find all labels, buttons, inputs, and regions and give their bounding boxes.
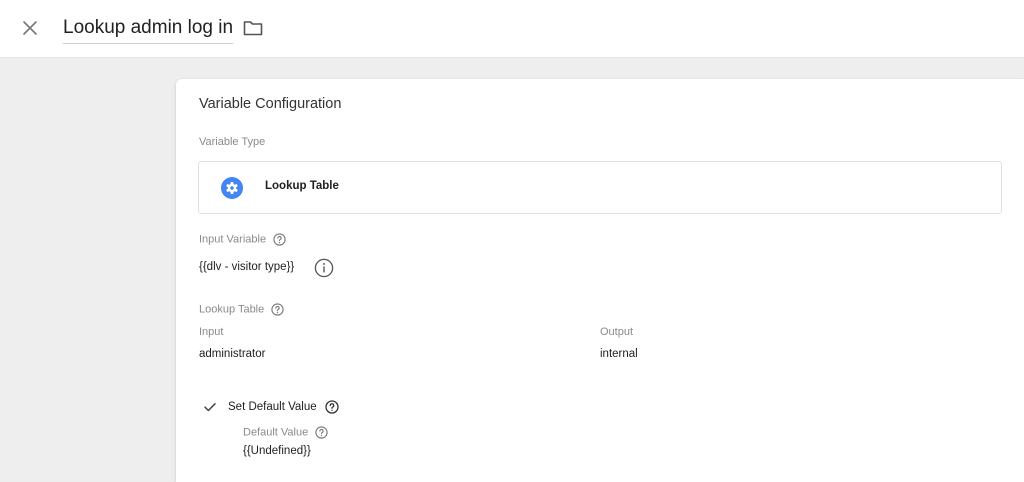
help-icon[interactable] (273, 233, 286, 246)
help-icon[interactable] (315, 426, 328, 439)
set-default-value-label[interactable]: Set Default Value (228, 401, 317, 413)
input-variable-value[interactable]: {{dlv - visitor type}} (199, 261, 294, 273)
default-value-label-row: Default Value (243, 426, 328, 439)
variable-type-value: Lookup Table (265, 180, 339, 192)
lookup-table-label-row: Lookup Table (199, 303, 284, 316)
variable-type-selector[interactable]: Lookup Table (198, 161, 1002, 214)
input-column-header: Input (199, 326, 224, 338)
lookup-table-label: Lookup Table (199, 303, 265, 316)
help-icon[interactable] (271, 303, 284, 316)
info-icon[interactable] (314, 258, 334, 278)
checkmark-icon[interactable] (203, 400, 217, 414)
default-value[interactable]: {{Undefined}} (243, 445, 311, 457)
folder-icon[interactable] (242, 17, 264, 39)
set-default-value-row[interactable]: Set Default Value (228, 400, 339, 414)
variable-name-text[interactable]: Lookup admin log in (63, 14, 233, 42)
table-cell-output[interactable]: internal (600, 348, 638, 360)
card-title: Variable Configuration (199, 96, 342, 112)
close-icon[interactable] (18, 16, 42, 40)
variable-name-field[interactable]: Lookup admin log in (63, 14, 233, 44)
table-cell-input[interactable]: administrator (199, 348, 265, 360)
input-variable-label-row: Input Variable (199, 233, 286, 246)
output-column-header: Output (600, 326, 634, 338)
top-bar: Lookup admin log in (0, 0, 1024, 58)
help-icon[interactable] (325, 400, 339, 414)
input-variable-label: Input Variable (199, 233, 267, 246)
variable-configuration-card[interactable]: Variable Configuration Variable Type Loo… (176, 79, 1024, 482)
default-value-label: Default Value (243, 426, 309, 439)
variable-type-label: Variable Type (199, 136, 266, 148)
gear-icon (221, 177, 243, 199)
